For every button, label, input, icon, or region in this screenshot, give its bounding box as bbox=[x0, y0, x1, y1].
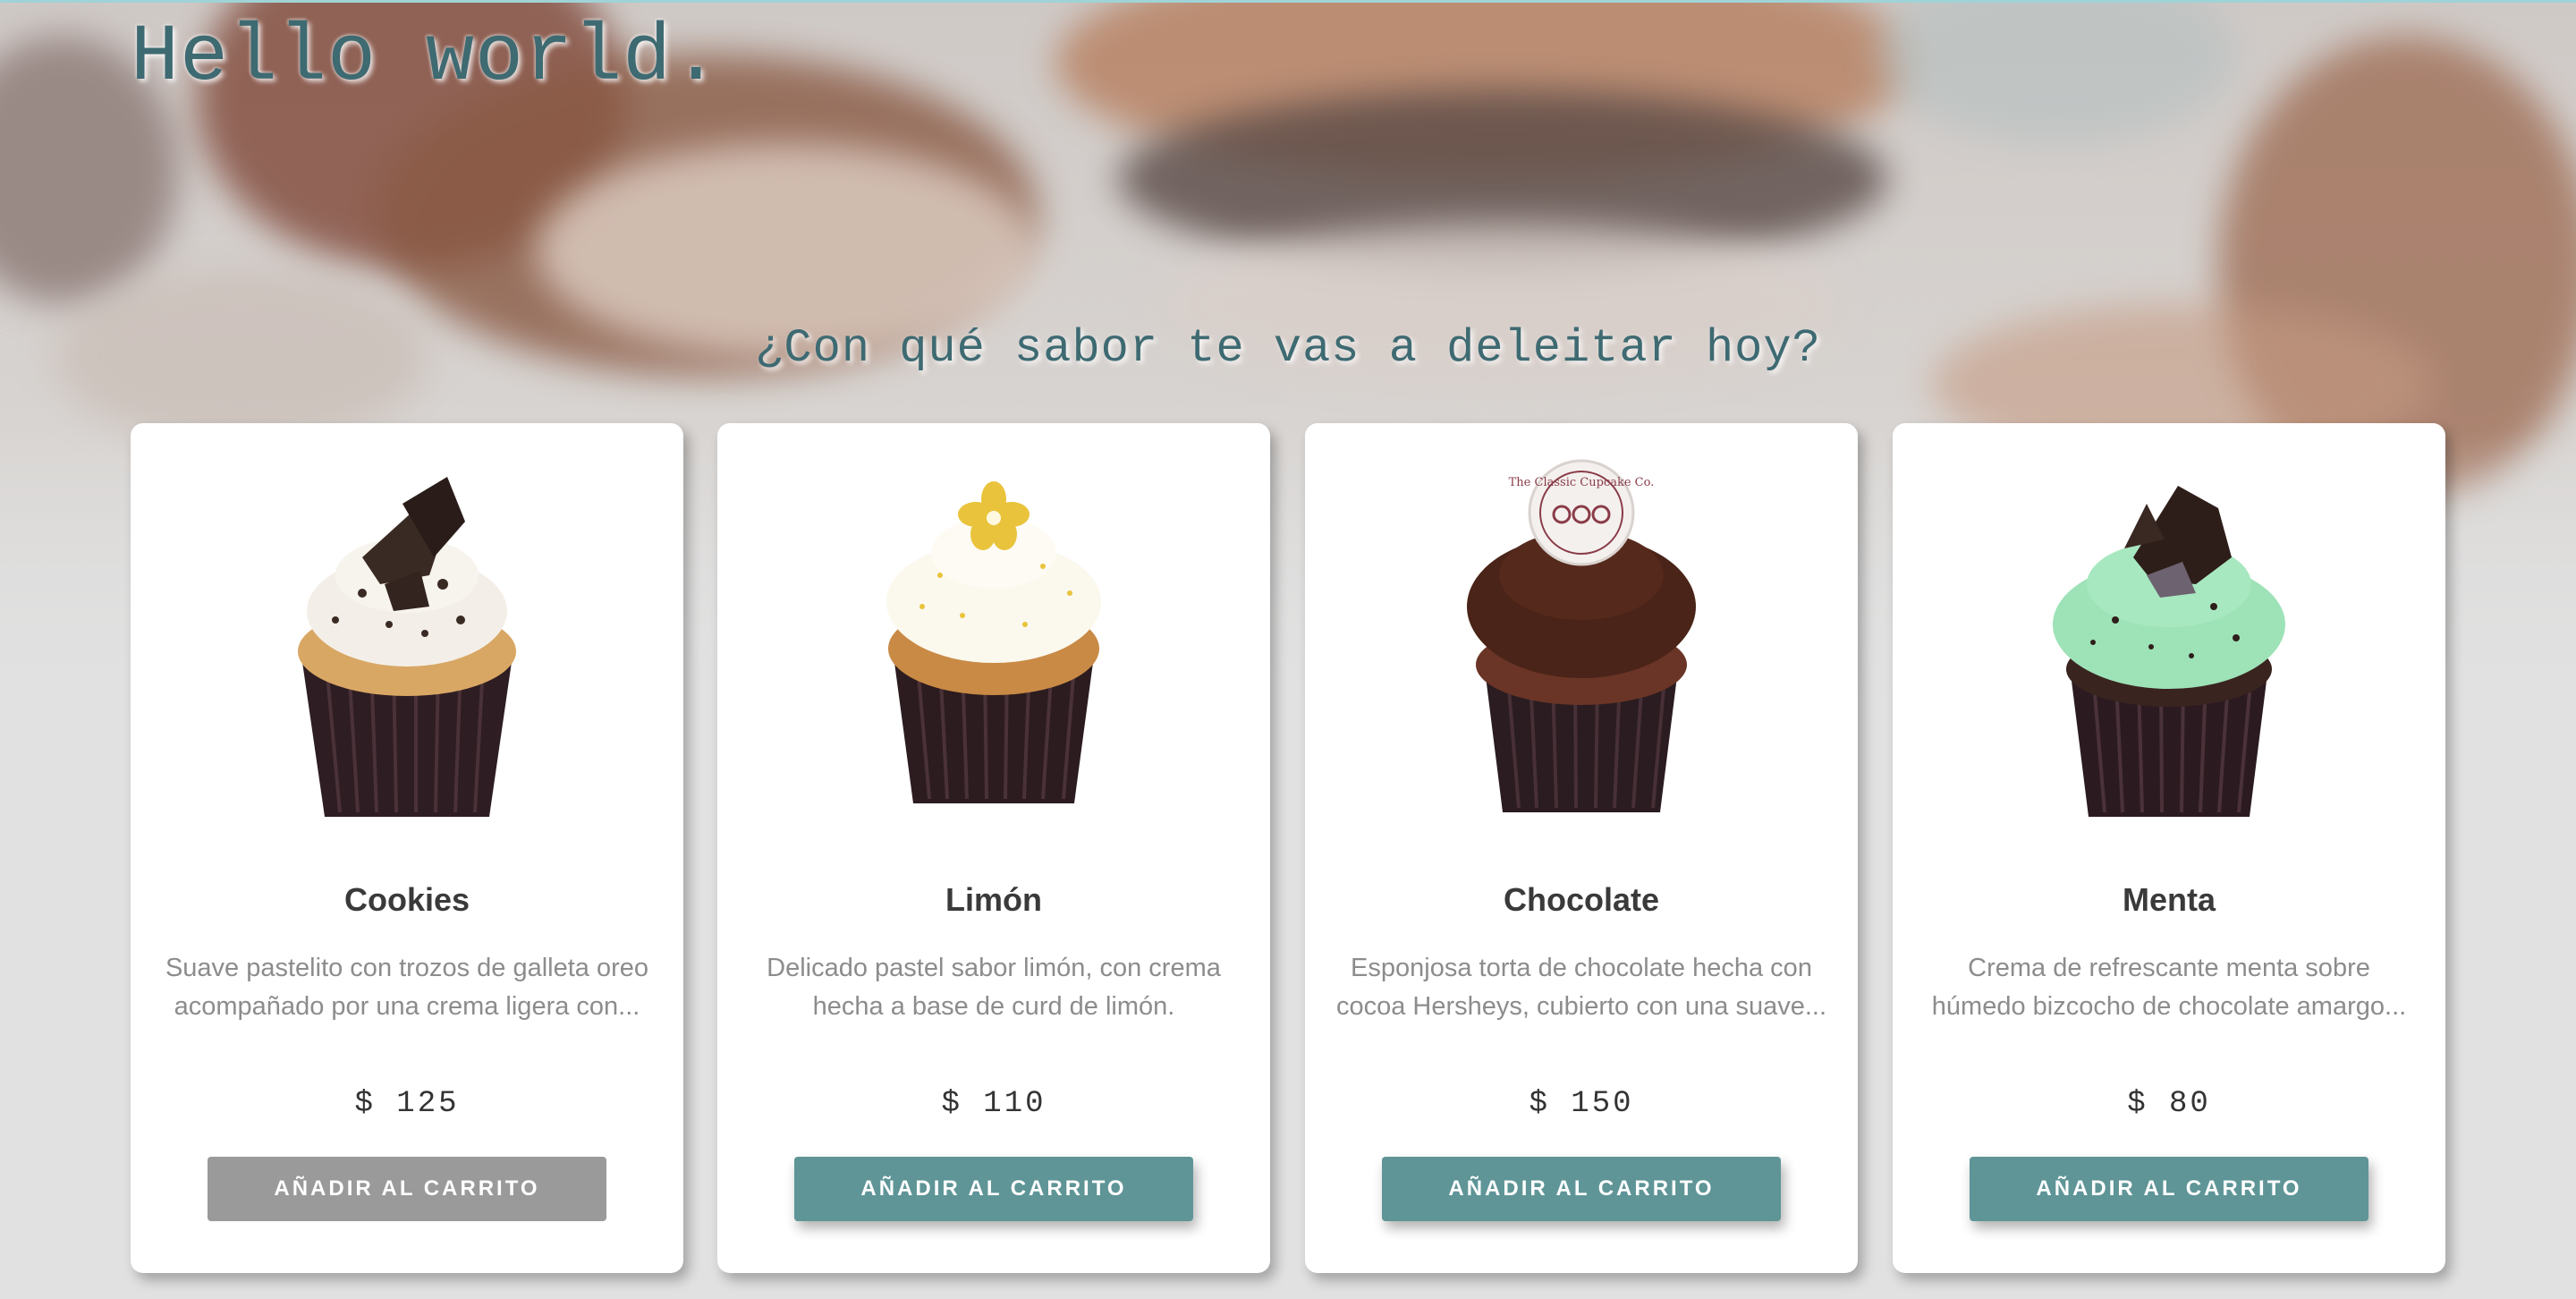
page: Hello world. ¿Con qué sabor te vas a del… bbox=[0, 0, 2576, 1299]
add-to-cart-button[interactable]: AÑADIR AL CARRITO bbox=[794, 1157, 1193, 1221]
medallion-text: The Classic Cupcake Co. bbox=[1509, 476, 1655, 489]
cupcake-chocolate-image: The Classic Cupcake Co. bbox=[1467, 459, 1696, 812]
product-description: Suave pastelito con trozos de galleta or… bbox=[165, 954, 649, 1021]
product-description: Crema de refrescante menta sobre húmedo … bbox=[1931, 954, 2407, 1021]
product-card-limon: Limón Delicado pastel sabor limón, con c… bbox=[717, 423, 1270, 1273]
page-title: Hello world. bbox=[131, 13, 722, 104]
product-card-menta: Menta Crema de refrescante menta sobre h… bbox=[1893, 423, 2445, 1273]
product-grid: Cookies Suave pastelito con trozos de ga… bbox=[131, 423, 2447, 1273]
product-price: $ 150 bbox=[1529, 1087, 1634, 1121]
product-name: Chocolate bbox=[1503, 881, 1660, 918]
cupcake-cookies-image bbox=[298, 477, 516, 817]
product-price: $ 110 bbox=[941, 1087, 1046, 1121]
product-price: $ 80 bbox=[2127, 1087, 2211, 1121]
product-name: Limón bbox=[945, 881, 1042, 918]
product-card-chocolate: The Classic Cupcake Co. Chocolate Esponj… bbox=[1305, 423, 1858, 1273]
product-name: Cookies bbox=[343, 881, 470, 918]
add-to-cart-button[interactable]: AÑADIR AL CARRITO bbox=[1382, 1157, 1781, 1221]
product-description: Delicado pastel sabor limón, con crema h… bbox=[767, 954, 1221, 1021]
product-price: $ 125 bbox=[354, 1087, 460, 1121]
add-to-cart-button[interactable]: AÑADIR AL CARRITO bbox=[1970, 1157, 2368, 1221]
product-description: Esponjosa torta de chocolate hecha con c… bbox=[1335, 954, 1827, 1021]
cupcake-lemon-image bbox=[886, 481, 1101, 803]
page-subtitle: ¿Con qué sabor te vas a deleitar hoy? bbox=[755, 322, 1821, 375]
product-card-cookies: Cookies Suave pastelito con trozos de ga… bbox=[131, 423, 683, 1273]
add-to-cart-button[interactable]: AÑADIR AL CARRITO bbox=[208, 1157, 606, 1221]
cupcake-mint-image bbox=[2053, 486, 2285, 817]
top-border-line bbox=[0, 0, 2576, 3]
product-name: Menta bbox=[2122, 881, 2216, 918]
